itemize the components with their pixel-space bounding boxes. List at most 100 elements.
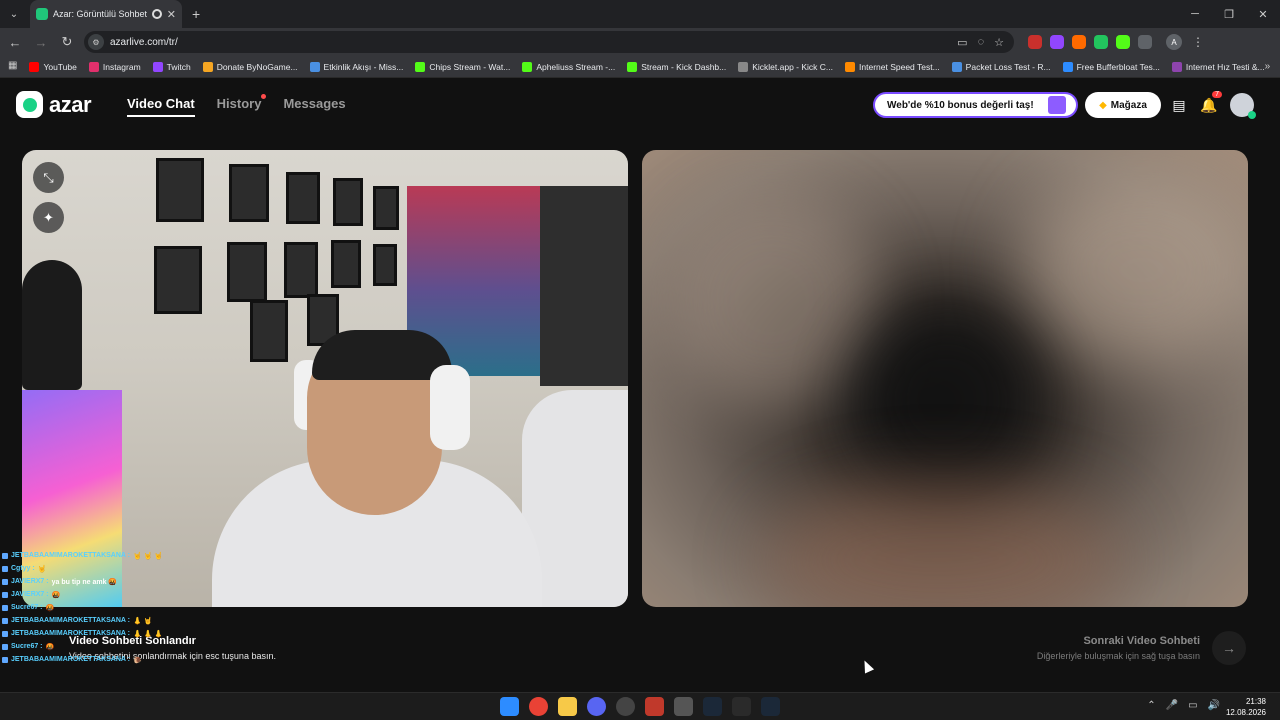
bookmark-item[interactable]: YouTube bbox=[29, 61, 77, 72]
chat-text: 👃 🤘 bbox=[133, 617, 153, 625]
bookmark-item[interactable]: Chips Stream - Wat... bbox=[415, 61, 510, 72]
clock[interactable]: 21:38 12.08.2026 bbox=[1226, 696, 1266, 718]
clock-date: 12.08.2026 bbox=[1225, 708, 1266, 717]
bookmark-favicon-icon bbox=[202, 61, 213, 72]
store-button[interactable]: ◆ Mağaza bbox=[1085, 92, 1161, 118]
puzzle-icon[interactable] bbox=[1138, 35, 1152, 49]
headset-right bbox=[430, 365, 470, 450]
tab-search-icon[interactable]: ⌄ bbox=[4, 4, 24, 24]
chat-badge-icon bbox=[2, 552, 8, 559]
gem-icon: ◆ bbox=[1099, 99, 1107, 111]
chat-message: Sucre67 : 🤬 bbox=[2, 640, 302, 653]
wall-photo bbox=[154, 246, 202, 314]
remote-video-blurred bbox=[642, 150, 1248, 607]
bookmark-item[interactable]: Internet Hız Testi &... bbox=[1171, 61, 1265, 72]
extension-icon[interactable] bbox=[1094, 35, 1108, 49]
bookmark-favicon-icon bbox=[522, 61, 533, 72]
promo-banner[interactable]: Web'de %10 bonus değerli taş! bbox=[873, 92, 1078, 118]
chat-message: JETBABAAMIMAROKETTAKSANA : 👃 👃 👃 bbox=[2, 627, 302, 640]
discord-icon[interactable] bbox=[587, 697, 606, 716]
bookmark-item[interactable]: Packet Loss Test - R... bbox=[951, 61, 1051, 72]
online-status-icon bbox=[1248, 111, 1256, 119]
more-bookmarks-icon[interactable]: » bbox=[1265, 61, 1271, 72]
start-windows-icon[interactable] bbox=[500, 697, 519, 716]
epic-games-icon[interactable] bbox=[732, 697, 751, 716]
wall-photo bbox=[229, 164, 269, 222]
menu-kebab-icon[interactable]: ⋮ bbox=[1192, 35, 1204, 49]
volume-icon[interactable]: 🔊 bbox=[1208, 700, 1220, 711]
chat-text: ya bu tip ne amk 🤬 bbox=[51, 578, 118, 586]
nav-history[interactable]: History bbox=[217, 94, 267, 117]
magic-wand-icon[interactable]: ✦ bbox=[33, 202, 64, 233]
bookmark-label: Internet Speed Test... bbox=[859, 61, 940, 72]
azar-logo[interactable]: azar bbox=[16, 91, 92, 118]
bookmark-item[interactable]: Stream - Kick Dashb... bbox=[627, 61, 726, 72]
inbox-icon[interactable]: ▤ bbox=[1169, 95, 1189, 115]
windows-taskbar: ⌃ 🎤 ▭ 🔊 21:38 12.08.2026 bbox=[0, 692, 1280, 720]
bookmark-item[interactable]: Free Bufferbloat Tes... bbox=[1062, 61, 1160, 72]
cast-icon[interactable]: ▭ bbox=[957, 36, 967, 49]
bookmark-item[interactable]: Twitch bbox=[152, 61, 191, 72]
chat-text: 🤬 bbox=[45, 604, 55, 612]
bookmark-label: Kicklet.app - Kick C... bbox=[752, 61, 834, 72]
next-chat-subtitle: Diğerleriyle buluşmak için sağ tuşa bası… bbox=[1036, 651, 1200, 661]
bookmark-item[interactable]: Kicklet.app - Kick C... bbox=[738, 61, 834, 72]
browser-tab-azar[interactable]: Azar: Görüntülü Sohbet & V ✕ bbox=[30, 0, 182, 28]
bookmark-item[interactable]: Internet Speed Test... bbox=[845, 61, 940, 72]
steam-icon[interactable] bbox=[703, 697, 722, 716]
nav-video-chat[interactable]: Video Chat bbox=[127, 96, 195, 117]
bookmark-star-icon[interactable]: ☆ bbox=[994, 36, 1004, 49]
extension-icon[interactable] bbox=[1028, 35, 1042, 49]
minimize-video-icon[interactable]: ⤡ bbox=[33, 162, 64, 193]
profile-avatar[interactable]: A bbox=[1166, 34, 1182, 50]
system-tray: ⌃ 🎤 ▭ 🔊 bbox=[1147, 700, 1220, 711]
eye-off-icon[interactable]: ◌ bbox=[978, 36, 985, 49]
minimize-icon[interactable]: ─ bbox=[1178, 0, 1212, 28]
address-bar[interactable]: ⚙ azarlive.com/tr/ ▭ ◌ ☆ bbox=[84, 31, 1014, 53]
chat-username: Sucre67 : bbox=[11, 604, 43, 611]
nav-messages[interactable]: Messages bbox=[283, 96, 345, 117]
chat-badge-icon bbox=[2, 617, 8, 624]
maximize-icon[interactable]: ❐ bbox=[1212, 0, 1246, 28]
app-icon[interactable] bbox=[674, 697, 693, 716]
close-window-icon[interactable]: ✕ bbox=[1246, 0, 1280, 28]
chat-message: JAVIERX7 : ya bu tip ne amk 🤬 bbox=[2, 575, 302, 588]
chrome-icon[interactable] bbox=[529, 697, 548, 716]
site-info-icon[interactable]: ⚙ bbox=[88, 34, 104, 50]
bookmark-item[interactable]: Etkinlik Akışı - Miss... bbox=[309, 61, 403, 72]
chevron-up-icon[interactable]: ⌃ bbox=[1147, 700, 1155, 711]
extension-icon[interactable] bbox=[1050, 35, 1064, 49]
display-icon[interactable]: ▭ bbox=[1188, 700, 1197, 711]
wall-photo bbox=[156, 158, 204, 222]
wall-photo bbox=[286, 172, 320, 224]
bookmark-item[interactable]: Instagram bbox=[88, 61, 141, 72]
extension-icon[interactable] bbox=[1116, 35, 1130, 49]
new-tab-icon[interactable]: + bbox=[192, 6, 200, 22]
back-icon[interactable]: ← bbox=[4, 31, 26, 53]
browser-tabbar: ⌄ Azar: Görüntülü Sohbet & V ✕ + ─ ❐ ✕ bbox=[0, 0, 1280, 28]
bookmark-item[interactable]: Apheliuss Stream -... bbox=[522, 61, 616, 72]
chat-message: JETBABAAMIMAROKETTAKSANA : 🐌 bbox=[2, 653, 302, 666]
chat-text: 🤘 🤘 🤘 bbox=[133, 552, 164, 560]
stream-chat-overlay: JETBABAAMIMAROKETTAKSANA : 🤘 🤘 🤘 Cgtyy : 🤘 J… bbox=[2, 549, 302, 666]
microphone-icon[interactable]: 🎤 bbox=[1166, 700, 1178, 711]
bookmark-label: Apheliuss Stream -... bbox=[536, 61, 616, 72]
bell-icon[interactable]: 🔔 7 bbox=[1199, 91, 1222, 115]
forward-icon[interactable]: → bbox=[30, 31, 52, 53]
close-tab-icon[interactable]: ✕ bbox=[167, 8, 176, 21]
reload-icon[interactable]: ↻ bbox=[56, 31, 78, 53]
apps-grid-icon[interactable]: ▦ bbox=[8, 60, 17, 74]
chat-message: Cgtyy : 🤘 bbox=[2, 562, 302, 575]
extension-icon[interactable] bbox=[1072, 35, 1086, 49]
user-avatar[interactable] bbox=[1230, 93, 1256, 119]
helmet-figure bbox=[22, 260, 82, 390]
obs-icon[interactable] bbox=[616, 697, 635, 716]
app-icon[interactable] bbox=[645, 697, 664, 716]
folder-icon[interactable] bbox=[558, 697, 577, 716]
url-text: azarlive.com/tr/ bbox=[110, 36, 178, 48]
bookmark-item[interactable]: Donate ByNoGame... bbox=[202, 61, 298, 72]
notification-badge: 7 bbox=[1212, 91, 1222, 98]
next-chat-button[interactable]: → bbox=[1212, 631, 1246, 665]
wall-photo bbox=[250, 300, 288, 362]
steam-icon[interactable] bbox=[761, 697, 780, 716]
